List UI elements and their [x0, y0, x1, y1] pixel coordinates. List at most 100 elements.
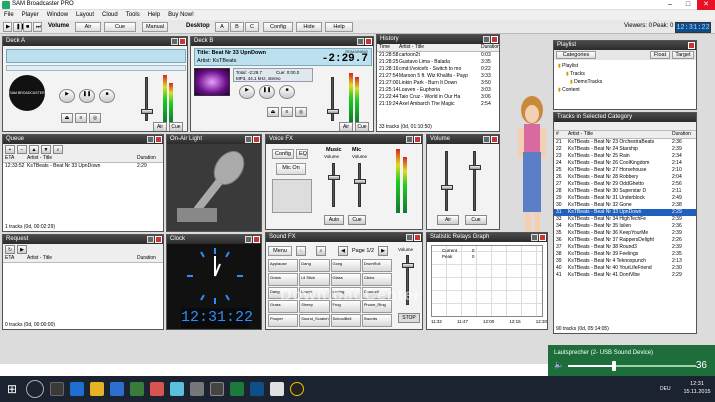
- track-row[interactable]: 28 KsTBeats - Beat Nr 30 Superstar D 2:11: [554, 188, 696, 195]
- deck-b-cue-button[interactable]: Cue: [355, 122, 369, 131]
- next-icon[interactable]: ⏭: [33, 22, 42, 32]
- history-row[interactable]: 21:25:14 Loaven - Euphoria 3:03: [377, 87, 499, 94]
- app-icon-taskbar[interactable]: [130, 382, 144, 396]
- deck-b-play-icon[interactable]: ▶: [239, 85, 255, 99]
- sound-fx-volume-knob[interactable]: [402, 263, 414, 268]
- voice-fx-eq-button[interactable]: EQ: [296, 149, 308, 159]
- deck-a-stop-icon[interactable]: ■: [99, 89, 115, 103]
- deck-a-pause-icon[interactable]: ❚❚: [79, 89, 95, 103]
- menu-layout[interactable]: Layout: [76, 10, 94, 20]
- deck-a-volume-knob[interactable]: [141, 109, 153, 114]
- store-icon[interactable]: [110, 382, 124, 396]
- track-row[interactable]: 30 KsTBeats - Beat Nr 32 Gone 2:38: [554, 202, 696, 209]
- menu-buy-now[interactable]: Buy Now!: [168, 10, 194, 20]
- menu-cloud[interactable]: Cloud: [102, 10, 118, 20]
- history-row[interactable]: 21:19:24 Axel Ambarch The Magic 2:54: [377, 101, 499, 108]
- history-row[interactable]: 21:28:58 cartoon2t 0:03: [377, 52, 499, 59]
- app-icon-taskbar[interactable]: [250, 382, 264, 396]
- deck-a-volume-slider[interactable]: [145, 77, 148, 121]
- mic-on-button[interactable]: Mic On: [276, 163, 306, 175]
- deck-b-eject-icon[interactable]: ⏏: [267, 107, 279, 117]
- edge-browser-icon[interactable]: [70, 382, 84, 396]
- track-row[interactable]: 23 KsTBeats - Beat Nr 25 Rain 2:34: [554, 153, 696, 160]
- desktop-c-button[interactable]: C: [245, 22, 259, 32]
- app-icon-taskbar[interactable]: [210, 382, 224, 396]
- music-volume-knob[interactable]: [328, 175, 340, 180]
- track-row[interactable]: 34 KsTBeats - Beat Nr 35 Isilen 2:36: [554, 223, 696, 230]
- track-row[interactable]: 33 KsTBeats - Beat Nr 34 HighTechFe 2:39: [554, 216, 696, 223]
- tree-item-content[interactable]: ▮ Content: [558, 86, 692, 94]
- queue-row[interactable]: 12:33:52 KsTBeats - Beat Nr 33 UpnDown 2…: [3, 163, 163, 170]
- history-row[interactable]: 21:22:44 Taio Cruz - World in Our Ha 3:06: [377, 94, 499, 101]
- mic-volume-slider[interactable]: [358, 163, 361, 207]
- deck-b-eq-icon[interactable]: ≡: [281, 107, 293, 117]
- cue-volume-knob[interactable]: [469, 165, 481, 170]
- menu-tools[interactable]: Tools: [126, 10, 140, 20]
- sound-fx-button[interactable]: Pooper: [268, 314, 299, 327]
- app-icon-taskbar[interactable]: [230, 382, 244, 396]
- tree-item-demotracks[interactable]: ▮ DemoTracks: [558, 78, 692, 86]
- sound-fx-stop-button[interactable]: STOP: [398, 313, 420, 323]
- app-icon-taskbar[interactable]: [190, 382, 204, 396]
- tree-item-tracks[interactable]: ▮ Tracks: [558, 70, 692, 78]
- sound-fx-button[interactable]: Sound_Scratch: [299, 314, 330, 327]
- volume-cue-button[interactable]: Cue: [465, 215, 487, 225]
- track-row[interactable]: 37 KsTBeats - Beat Nr 38 Round3 2:39: [554, 244, 696, 251]
- track-row[interactable]: 39 KsTBeats - Beat Nr 4 Teknoxpunch 2:13: [554, 258, 696, 265]
- deck-a-fx-icon[interactable]: ◎: [89, 113, 101, 123]
- track-row[interactable]: 27 KsTBeats - Beat Nr 29 OddGhetto 2:56: [554, 181, 696, 188]
- voice-fx-cue-button[interactable]: Cue: [348, 215, 366, 225]
- track-row[interactable]: 41 KsTBeats - Beat Nr 41 DontVibe 2:29: [554, 272, 696, 279]
- system-volume-thumb[interactable]: [612, 361, 617, 371]
- file-explorer-icon[interactable]: [90, 382, 104, 396]
- cortana-search-icon[interactable]: [26, 380, 44, 398]
- desktop-a-button[interactable]: A: [215, 22, 229, 32]
- task-view-icon[interactable]: [50, 382, 64, 396]
- cue-button[interactable]: Cue: [104, 22, 136, 32]
- help-button[interactable]: Help: [325, 22, 353, 32]
- volume-air-button[interactable]: Air: [437, 215, 459, 225]
- menu-help[interactable]: Help: [148, 10, 160, 20]
- menu-file[interactable]: File: [4, 10, 14, 20]
- voice-fx-config-button[interactable]: Config: [272, 149, 294, 159]
- categories-dropdown[interactable]: Categories: [556, 51, 596, 59]
- voice-fx-auto-button[interactable]: Auto: [324, 215, 344, 225]
- pause-icon[interactable]: ❚❚: [13, 22, 25, 32]
- queue-up-icon[interactable]: ▲: [29, 145, 39, 154]
- sound-fx-button[interactable]: Swords: [361, 314, 392, 327]
- queue-search-icon[interactable]: ⌕: [53, 145, 63, 154]
- stop-icon[interactable]: ■: [23, 22, 32, 32]
- app-icon-taskbar[interactable]: [150, 382, 164, 396]
- app-icon-taskbar[interactable]: [270, 382, 284, 396]
- track-row[interactable]: 26 KsTBeats - Beat Nr 28 Robbery 2:04: [554, 174, 696, 181]
- desktop-b-button[interactable]: B: [230, 22, 244, 32]
- language-indicator[interactable]: DEU: [660, 386, 671, 392]
- deck-a-progress[interactable]: [6, 65, 186, 71]
- master-volume-slider[interactable]: [445, 151, 448, 211]
- speaker-icon[interactable]: 🔈: [554, 360, 564, 369]
- track-row[interactable]: 24 KsTBeats - Beat Nr 26 CoolKingdom 2:14: [554, 160, 696, 167]
- track-row[interactable]: 25 KsTBeats - Beat Nr 27 Horsehouse 2:10: [554, 167, 696, 174]
- app-icon-taskbar[interactable]: [170, 382, 184, 396]
- sound-fx-button[interactable]: SchoolBell: [330, 314, 361, 327]
- music-volume-slider[interactable]: [332, 163, 335, 207]
- track-row[interactable]: 40 KsTBeats - Beat Nr 40 YourLifeFriend 2:…: [554, 265, 696, 272]
- sound-fx-menu-button[interactable]: Menu: [268, 246, 292, 256]
- windows-start-icon[interactable]: ⊞: [0, 376, 24, 402]
- sound-fx-loop-icon[interactable]: ◌: [296, 246, 306, 256]
- tree-item-playlist[interactable]: ▮ Playlist: [558, 62, 692, 70]
- sound-fx-button[interactable]: Lil Stick: [299, 272, 330, 286]
- queue-add-icon[interactable]: +: [5, 145, 15, 154]
- request-play-icon[interactable]: ▶: [17, 245, 27, 254]
- history-row[interactable]: 21:28:16 cmd://voicefx - Switch to mo 0:22: [377, 66, 499, 73]
- hide-button[interactable]: Hide: [296, 22, 322, 32]
- config-button[interactable]: Config: [263, 22, 293, 32]
- float-button[interactable]: Float: [650, 51, 670, 59]
- sound-fx-button[interactable]: Grans: [268, 272, 299, 286]
- menu-player[interactable]: Player: [22, 10, 39, 20]
- mic-volume-knob[interactable]: [354, 179, 366, 184]
- manual-button[interactable]: Manual: [142, 22, 168, 32]
- sound-fx-button[interactable]: Dang: [299, 259, 330, 272]
- maximize-icon[interactable]: □: [679, 0, 697, 10]
- deck-b-air-button[interactable]: Air: [339, 122, 353, 131]
